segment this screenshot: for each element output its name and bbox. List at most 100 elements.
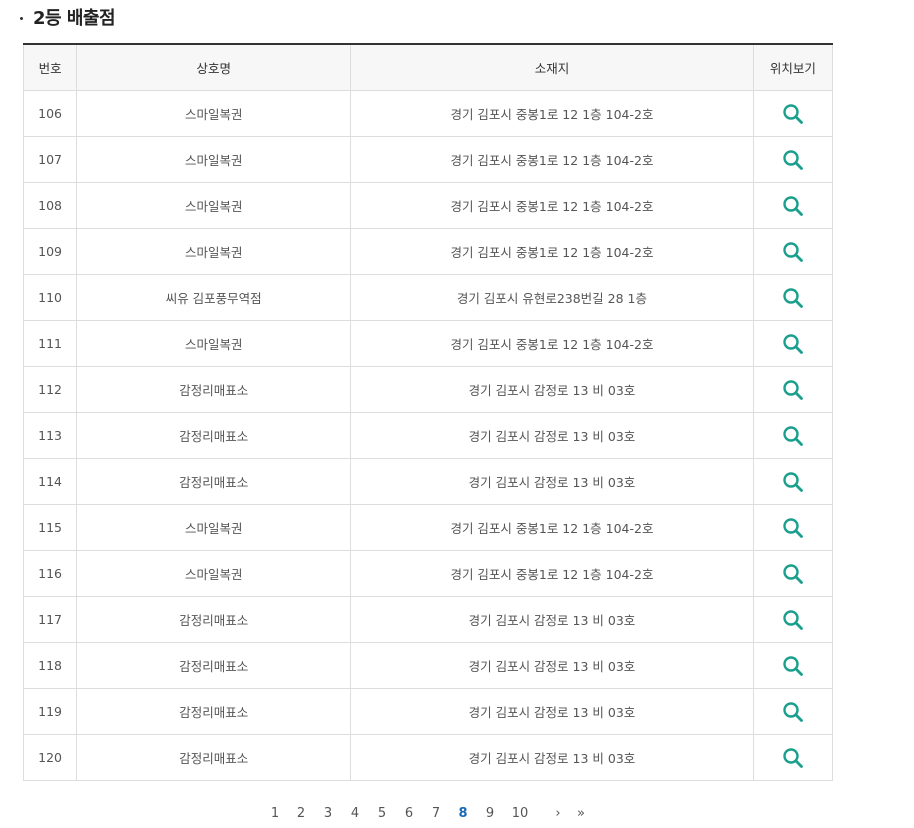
- cell-address: 경기 김포시 감정로 13 비 03호: [350, 596, 754, 643]
- cell-map: [752, 90, 834, 137]
- search-icon[interactable]: [782, 287, 804, 309]
- section-header: 2등 배출점: [20, 4, 116, 30]
- header-store-name: 상호명: [76, 43, 352, 91]
- cell-store-name: 감정리매표소: [76, 366, 352, 413]
- cell-address: 경기 김포시 중봉1로 12 1층 104-2호: [350, 90, 754, 137]
- cell-map: [752, 688, 834, 735]
- table-row: 117 감정리매표소 경기 김포시 감정로 13 비 03호: [22, 596, 834, 643]
- cell-store-name: 스마일복권: [76, 228, 352, 275]
- table-body: 106 스마일복권 경기 김포시 중봉1로 12 1층 104-2호 107 스마일복권…: [22, 90, 834, 781]
- search-icon[interactable]: [782, 333, 804, 355]
- cell-store-name: 스마일복권: [76, 320, 352, 367]
- cell-store-name: 감정리매표소: [76, 734, 352, 781]
- cell-map: [752, 228, 834, 275]
- cell-address: 경기 김포시 감정로 13 비 03호: [350, 642, 754, 689]
- cell-map: [752, 504, 834, 551]
- page-link-10[interactable]: 10: [512, 806, 529, 821]
- cell-address: 경기 김포시 중봉1로 12 1층 104-2호: [350, 550, 754, 597]
- table-header-row: 번호 상호명 소재지 위치보기: [22, 43, 834, 91]
- page-title: 2등 배출점: [33, 8, 116, 29]
- search-icon[interactable]: [782, 609, 804, 631]
- search-icon[interactable]: [782, 103, 804, 125]
- cell-number: 111: [22, 320, 78, 367]
- cell-store-name: 감정리매표소: [76, 412, 352, 459]
- header-address: 소재지: [350, 43, 754, 91]
- cell-store-name: 씨유 김포풍무역점: [76, 274, 352, 321]
- cell-address: 경기 김포시 감정로 13 비 03호: [350, 366, 754, 413]
- cell-map: [752, 136, 834, 183]
- pagination: 1 2 3 4 5 6 7 8 9 10 › »: [0, 806, 914, 828]
- table-row: 118 감정리매표소 경기 김포시 감정로 13 비 03호: [22, 642, 834, 689]
- page-link-1[interactable]: 1: [271, 806, 279, 821]
- search-icon[interactable]: [782, 425, 804, 447]
- cell-address: 경기 김포시 감정로 13 비 03호: [350, 458, 754, 505]
- cell-address: 경기 김포시 중봉1로 12 1층 104-2호: [350, 320, 754, 367]
- cell-address: 경기 김포시 감정로 13 비 03호: [350, 412, 754, 459]
- search-icon[interactable]: [782, 149, 804, 171]
- search-icon[interactable]: [782, 701, 804, 723]
- cell-address: 경기 김포시 중봉1로 12 1층 104-2호: [350, 182, 754, 229]
- search-icon[interactable]: [782, 655, 804, 677]
- table-row: 109 스마일복권 경기 김포시 중봉1로 12 1층 104-2호: [22, 228, 834, 275]
- table-row: 113 감정리매표소 경기 김포시 감정로 13 비 03호: [22, 412, 834, 459]
- cell-number: 115: [22, 504, 78, 551]
- cell-store-name: 스마일복권: [76, 550, 352, 597]
- table-row: 115 스마일복권 경기 김포시 중봉1로 12 1층 104-2호: [22, 504, 834, 551]
- cell-number: 114: [22, 458, 78, 505]
- cell-store-name: 스마일복권: [76, 136, 352, 183]
- header-map: 위치보기: [752, 43, 834, 91]
- page-link-9[interactable]: 9: [486, 806, 494, 821]
- search-icon[interactable]: [782, 747, 804, 769]
- table-row: 119 감정리매표소 경기 김포시 감정로 13 비 03호: [22, 688, 834, 735]
- cell-address: 경기 김포시 감정로 13 비 03호: [350, 688, 754, 735]
- cell-store-name: 스마일복권: [76, 182, 352, 229]
- table-row: 116 스마일복권 경기 김포시 중봉1로 12 1층 104-2호: [22, 550, 834, 597]
- cell-number: 119: [22, 688, 78, 735]
- page-link-7[interactable]: 7: [432, 806, 440, 821]
- cell-number: 118: [22, 642, 78, 689]
- cell-number: 107: [22, 136, 78, 183]
- search-icon[interactable]: [782, 195, 804, 217]
- search-icon[interactable]: [782, 241, 804, 263]
- cell-map: [752, 458, 834, 505]
- cell-number: 109: [22, 228, 78, 275]
- search-icon[interactable]: [782, 471, 804, 493]
- cell-number: 113: [22, 412, 78, 459]
- page-link-6[interactable]: 6: [405, 806, 413, 821]
- cell-map: [752, 412, 834, 459]
- table-row: 107 스마일복권 경기 김포시 중봉1로 12 1층 104-2호: [22, 136, 834, 183]
- table-row: 112 감정리매표소 경기 김포시 감정로 13 비 03호: [22, 366, 834, 413]
- page-link-2[interactable]: 2: [297, 806, 305, 821]
- page-link-5[interactable]: 5: [378, 806, 386, 821]
- cell-number: 108: [22, 182, 78, 229]
- header-number: 번호: [22, 43, 78, 91]
- cell-address: 경기 김포시 중봉1로 12 1층 104-2호: [350, 136, 754, 183]
- search-icon[interactable]: [782, 379, 804, 401]
- cell-map: [752, 274, 834, 321]
- next-page-icon[interactable]: ›: [555, 806, 560, 821]
- search-icon[interactable]: [782, 563, 804, 585]
- last-page-icon[interactable]: »: [577, 806, 585, 821]
- cell-map: [752, 366, 834, 413]
- cell-address: 경기 김포시 중봉1로 12 1층 104-2호: [350, 228, 754, 275]
- table-row: 114 감정리매표소 경기 김포시 감정로 13 비 03호: [22, 458, 834, 505]
- page-link-8[interactable]: 8: [458, 806, 467, 821]
- cell-number: 120: [22, 734, 78, 781]
- cell-map: [752, 596, 834, 643]
- store-table: 번호 상호명 소재지 위치보기 106 스마일복권 경기 김포시 중봉1로 12 1…: [22, 43, 834, 781]
- cell-store-name: 감정리매표소: [76, 642, 352, 689]
- cell-number: 117: [22, 596, 78, 643]
- cell-store-name: 감정리매표소: [76, 458, 352, 505]
- cell-store-name: 감정리매표소: [76, 688, 352, 735]
- table-row: 106 스마일복권 경기 김포시 중봉1로 12 1층 104-2호: [22, 90, 834, 137]
- cell-number: 110: [22, 274, 78, 321]
- page-link-4[interactable]: 4: [351, 806, 359, 821]
- bullet-icon: [20, 16, 23, 20]
- cell-number: 106: [22, 90, 78, 137]
- cell-store-name: 스마일복권: [76, 90, 352, 137]
- page-link-3[interactable]: 3: [324, 806, 332, 821]
- cell-map: [752, 734, 834, 781]
- cell-number: 112: [22, 366, 78, 413]
- search-icon[interactable]: [782, 517, 804, 539]
- cell-map: [752, 642, 834, 689]
